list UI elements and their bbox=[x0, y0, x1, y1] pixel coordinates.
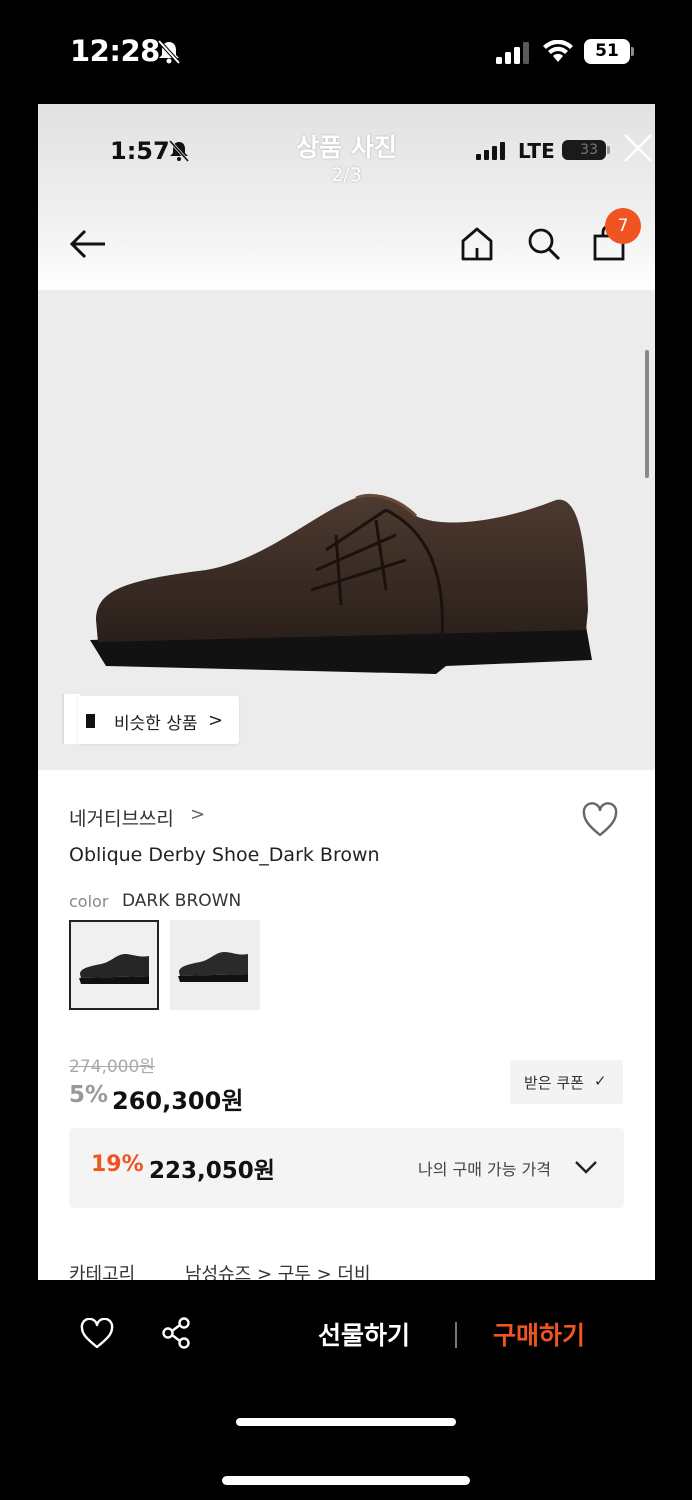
share-icon[interactable] bbox=[160, 1316, 194, 1350]
outer-clock: 12:28 bbox=[70, 34, 160, 68]
product-thumbnail bbox=[178, 952, 248, 982]
received-coupon-button[interactable]: 받은 쿠폰 ✓ bbox=[510, 1060, 623, 1104]
discount-rate: 5% bbox=[69, 1082, 109, 1108]
chevron-right-icon: > bbox=[190, 804, 206, 825]
wifi-icon bbox=[543, 40, 573, 62]
scrollbar[interactable] bbox=[645, 350, 649, 478]
battery-icon: 51 bbox=[584, 39, 634, 64]
inner-header: 1:57 LTE 33 상품 사진 2/3 7 bbox=[38, 104, 655, 290]
battery-level: 51 bbox=[584, 39, 630, 64]
sale-price: 260,300원 bbox=[112, 1087, 244, 1115]
brand-link[interactable]: 네거티브쓰리 bbox=[69, 804, 174, 831]
similar-products-label: 비슷한 상품 bbox=[114, 714, 198, 734]
color-option-selected[interactable] bbox=[69, 920, 159, 1010]
chevron-right-icon: > bbox=[208, 710, 224, 731]
viewer-title: 상품 사진 bbox=[296, 133, 397, 162]
viewer-counter: 2/3 bbox=[331, 164, 362, 186]
color-value: DARK BROWN bbox=[122, 891, 242, 911]
category-breadcrumb[interactable]: 남성슈즈 > 구두 > 더비 bbox=[185, 1260, 371, 1280]
cart-badge: 7 bbox=[605, 208, 641, 244]
color-label: color bbox=[69, 892, 109, 911]
bottom-action-bar: 선물하기 구매하기 bbox=[0, 1280, 692, 1500]
check-icon: ✓ bbox=[594, 1072, 607, 1090]
product-image-gallery[interactable]: 비슷한 상품 > bbox=[38, 290, 655, 770]
signal-icon bbox=[496, 42, 529, 64]
my-price-panel[interactable]: 19% 223,050원 나의 구매 가능 가격 bbox=[69, 1128, 624, 1208]
chevron-down-icon[interactable] bbox=[573, 1158, 599, 1176]
search-icon[interactable] bbox=[526, 226, 562, 262]
coupon-label: 받은 쿠폰 bbox=[524, 1074, 584, 1092]
home-icon[interactable] bbox=[460, 226, 494, 262]
bell-slash-icon bbox=[157, 40, 181, 64]
my-price-label: 나의 구매 가능 가격 bbox=[418, 1160, 552, 1179]
heart-icon[interactable] bbox=[581, 802, 619, 838]
product-screen: 1:57 LTE 33 상품 사진 2/3 7 비슷한 상품 > 네거티브쓰리 … bbox=[38, 104, 655, 1280]
buy-button[interactable]: 구매하기 bbox=[493, 1316, 585, 1352]
back-arrow-icon[interactable] bbox=[68, 226, 108, 262]
product-name: Oblique Derby Shoe_Dark Brown bbox=[69, 844, 380, 866]
home-indicator[interactable] bbox=[222, 1476, 470, 1485]
product-thumbnail bbox=[79, 954, 149, 984]
my-discount-rate: 19% bbox=[91, 1152, 144, 1177]
original-price: 274,000원 bbox=[69, 1057, 155, 1077]
gift-button[interactable]: 선물하기 bbox=[318, 1316, 410, 1352]
similar-products-button[interactable]: 비슷한 상품 > bbox=[78, 696, 239, 744]
color-option[interactable] bbox=[170, 920, 260, 1010]
divider bbox=[455, 1322, 457, 1348]
home-indicator[interactable] bbox=[236, 1418, 456, 1426]
my-price: 223,050원 bbox=[149, 1158, 275, 1184]
product-photo bbox=[90, 494, 592, 674]
category-label: 카테고리 bbox=[69, 1264, 136, 1280]
close-icon[interactable] bbox=[622, 132, 654, 164]
heart-icon[interactable] bbox=[80, 1318, 114, 1350]
outer-status-bar: 12:28 51 bbox=[0, 0, 692, 104]
